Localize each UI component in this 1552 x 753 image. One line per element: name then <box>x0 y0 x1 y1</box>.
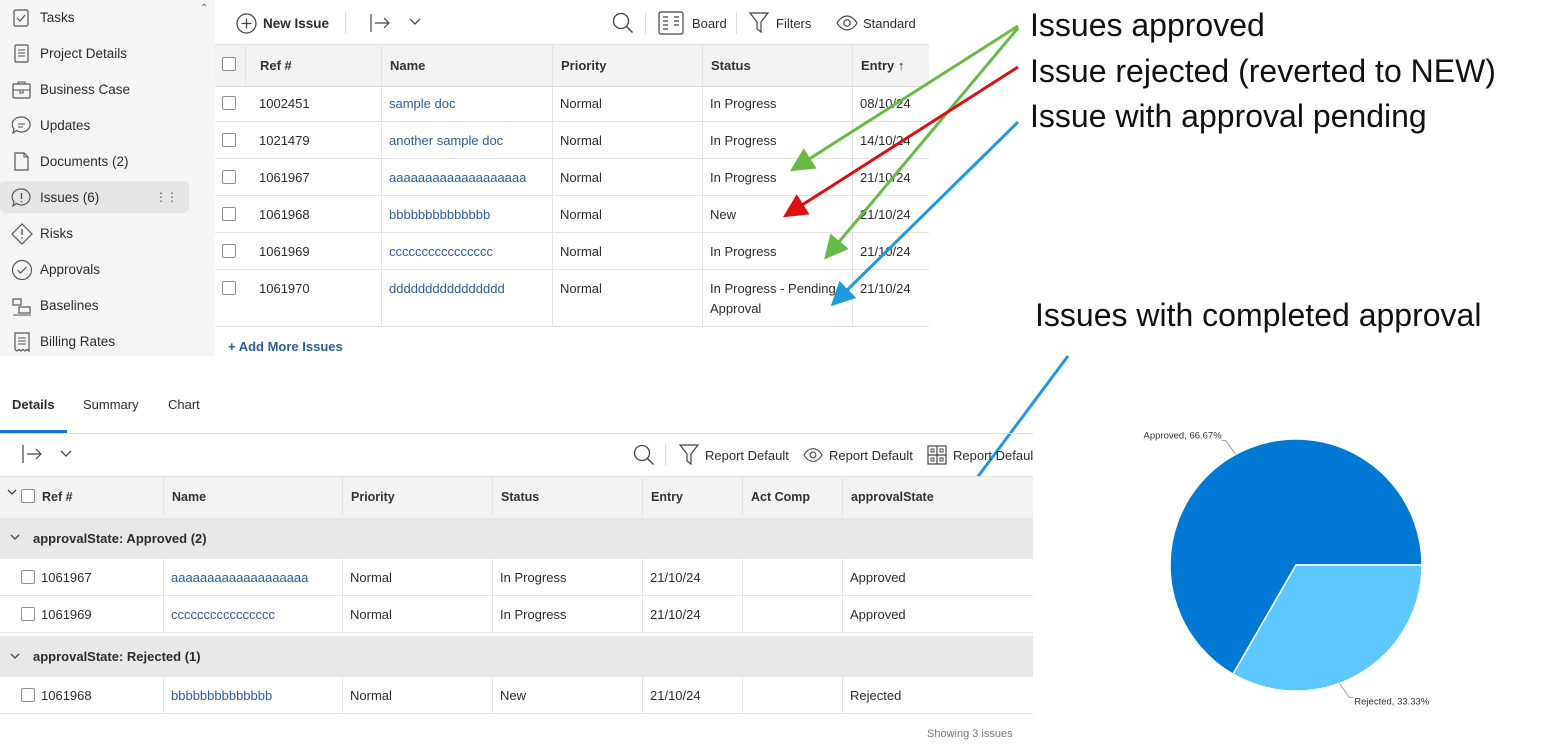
col-header-status[interactable]: Status <box>501 490 539 504</box>
report-view-button[interactable]: Report Default <box>803 447 913 463</box>
tab-details[interactable]: Details <box>12 397 55 412</box>
cell-priority: Normal <box>350 607 392 622</box>
col-header-name[interactable]: Name <box>172 490 206 504</box>
column-divider <box>842 677 843 713</box>
pie-leader-line <box>1221 439 1237 455</box>
collapse-all-chevron-icon[interactable] <box>7 489 17 496</box>
report-filter-label: Report Default <box>705 447 789 463</box>
column-divider <box>492 477 493 517</box>
cell-status: In Progress <box>500 607 567 622</box>
row-checkbox[interactable] <box>21 607 35 621</box>
column-divider <box>742 477 743 517</box>
column-divider <box>642 477 643 517</box>
column-divider <box>342 477 343 517</box>
report-filter-button[interactable]: Report Default <box>678 444 789 466</box>
chevron-down-icon[interactable] <box>10 653 20 660</box>
tab-summary[interactable]: Summary <box>83 397 139 412</box>
search-icon[interactable] <box>633 444 655 466</box>
footer-count: Showing 3 issues <box>927 728 1013 740</box>
pie-label-approved: Approved, 66.67% <box>1144 430 1223 441</box>
col-header-act-comp[interactable]: Act Comp <box>751 490 810 504</box>
issue-name-link[interactable]: cccccccccccccccc <box>171 607 275 622</box>
column-divider <box>842 477 843 517</box>
export-icon[interactable] <box>22 444 44 464</box>
grid-icon <box>927 445 947 465</box>
column-divider <box>163 677 164 713</box>
cell-priority: Normal <box>350 688 392 703</box>
row-divider <box>0 595 1033 596</box>
cell-approval-state: Approved <box>850 607 906 622</box>
cell-priority: Normal <box>350 570 392 585</box>
chevron-down-icon[interactable] <box>10 534 20 541</box>
arrow-approved-2 <box>824 27 1020 260</box>
issue-name-link[interactable]: bbbbbbbbbbbbbb <box>171 688 272 703</box>
col-header-ref[interactable]: Ref # <box>42 490 73 504</box>
cell-entry: 21/10/24 <box>650 688 701 703</box>
row-checkbox[interactable] <box>21 688 35 702</box>
pie-leader-line <box>1338 683 1354 698</box>
report-grouping-button[interactable]: Report Default <box>927 444 1033 466</box>
group-row-rejected[interactable]: approvalState: Rejected (1) <box>0 636 1033 677</box>
col-header-entry[interactable]: Entry <box>651 490 683 504</box>
cell-approval-state: Rejected <box>850 688 902 703</box>
cell-ref: 1061967 <box>41 570 92 585</box>
row-divider <box>0 713 1033 714</box>
select-all-checkbox[interactable] <box>21 489 35 503</box>
column-divider <box>742 677 743 713</box>
arrow-approved-1 <box>789 24 1019 172</box>
group-label: approvalState: Rejected (1) <box>33 649 201 664</box>
column-divider <box>342 677 343 713</box>
report-grouping-label: Report Default <box>953 447 1033 463</box>
column-divider <box>492 677 493 713</box>
eye-icon <box>803 448 823 462</box>
arrow-rejected <box>782 65 1019 218</box>
tab-chart[interactable]: Chart <box>168 397 200 412</box>
report-view-label: Report Default <box>829 447 913 463</box>
cell-entry: 21/10/24 <box>650 607 701 622</box>
pie-label-rejected: Rejected, 33.33% <box>1354 696 1430 707</box>
issue-name-link[interactable]: aaaaaaaaaaaaaaaaaaa <box>171 570 308 585</box>
row-divider <box>0 632 1033 633</box>
col-header-approval-state[interactable]: approvalState <box>851 490 934 504</box>
column-divider <box>163 477 164 517</box>
cell-entry: 21/10/24 <box>650 570 701 585</box>
approval-pie-chart: Approved, 66.67% Rejected, 33.33% <box>1144 430 1430 707</box>
tabs-divider <box>0 433 1033 434</box>
cell-status: New <box>500 688 527 703</box>
col-header-priority[interactable]: Priority <box>351 490 395 504</box>
group-label: approvalState: Approved (2) <box>33 531 207 546</box>
cell-status: In Progress <box>500 570 567 585</box>
group-row-approved[interactable]: approvalState: Approved (2) <box>0 518 1033 559</box>
column-divider <box>642 677 643 713</box>
toolbar-divider <box>665 444 666 466</box>
chevron-down-icon[interactable] <box>60 450 72 458</box>
cell-ref: 1061968 <box>41 688 92 703</box>
cell-approval-state: Approved <box>850 570 906 585</box>
cell-ref: 1061969 <box>41 607 92 622</box>
row-checkbox[interactable] <box>21 570 35 584</box>
filter-icon <box>678 444 700 466</box>
